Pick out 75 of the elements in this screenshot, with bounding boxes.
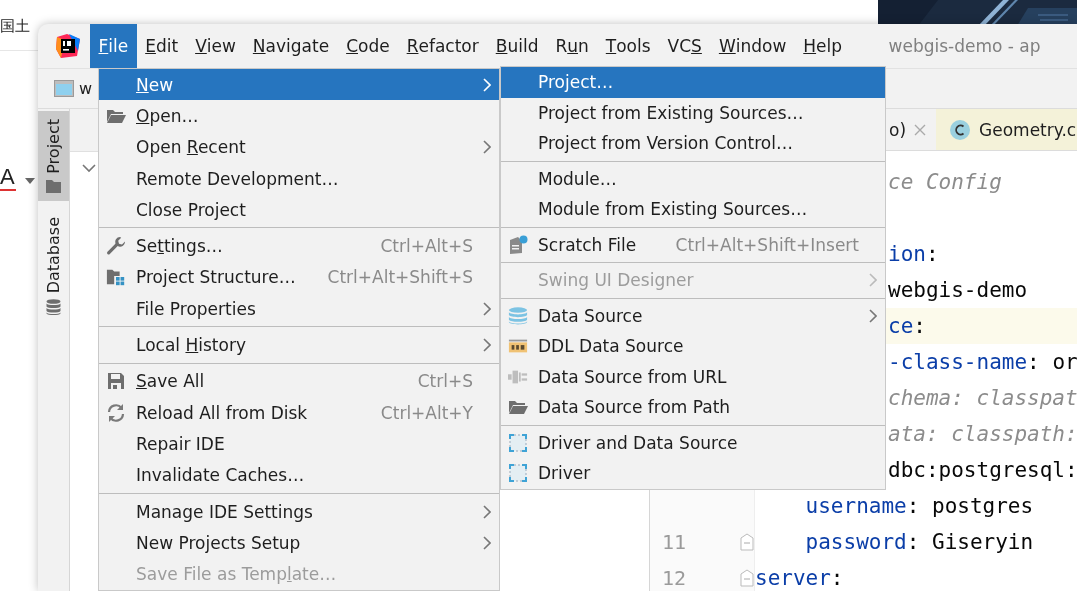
database-icon: [508, 305, 528, 326]
scratch-file-icon: [508, 234, 528, 255]
menu-item[interactable]: Remote Development…: [99, 162, 499, 195]
folder-grid-icon: [106, 268, 126, 287]
menu-item[interactable]: Invalidate Caches…: [99, 459, 499, 491]
code-line: ce:: [888, 314, 926, 338]
tool-window-tab[interactable]: Project: [38, 111, 69, 201]
menu-item[interactable]: DDL Data Source: [501, 331, 885, 362]
folder-icon: [46, 179, 61, 193]
shortcut-hint: Ctrl+S: [417, 371, 473, 392]
line-number: 12: [660, 566, 686, 590]
tool-window-tab[interactable]: Database: [38, 208, 69, 325]
menu-item[interactable]: VCS: [659, 24, 711, 68]
project-window-icon: [54, 80, 74, 97]
menu-item[interactable]: Help: [794, 24, 851, 68]
menu-item[interactable]: Reload All from Disk Ctrl+Alt+Y: [99, 396, 499, 429]
folder-icon: [106, 107, 126, 124]
code-line: server:: [755, 566, 844, 590]
project-name: w: [79, 79, 93, 98]
shortcut-hint: Ctrl+Alt+Y: [380, 402, 473, 423]
shortcut-hint: Ctrl+Alt+Shift+Insert: [675, 234, 859, 255]
menu-item[interactable]: File Properties: [99, 293, 499, 325]
menu-item[interactable]: View: [186, 24, 245, 68]
menu-item[interactable]: Run: [546, 24, 598, 68]
ddl-file-icon: [508, 338, 528, 355]
plug-icon: [508, 368, 528, 385]
chevron-down-icon[interactable]: [82, 164, 96, 173]
font-color-button[interactable]: A: [0, 165, 16, 191]
menu-item[interactable]: Refactor: [398, 24, 488, 68]
code-line: ion:: [888, 242, 939, 266]
close-icon[interactable]: [914, 123, 927, 136]
menu-item[interactable]: Navigate: [244, 24, 338, 68]
shortcut-hint: Ctrl+Alt+Shift+S: [327, 267, 473, 288]
line-number: 11: [660, 530, 686, 554]
code-line: dbc:postgresql:: [888, 458, 1077, 482]
code-line: chema: classpat: [888, 386, 1077, 410]
menu-item[interactable]: Module from Existing Sources…: [501, 194, 885, 225]
database-icon: [46, 299, 61, 317]
menu-item[interactable]: Data Source from Path: [501, 392, 885, 423]
code-line: webgis-demo: [888, 278, 1028, 302]
fold-marker-icon[interactable]: [740, 533, 754, 551]
editor-tab[interactable]: Geometry.c: [936, 109, 1077, 150]
menu-item[interactable]: Open Recent: [99, 131, 499, 163]
folder-icon: [508, 399, 528, 416]
menu-item[interactable]: New Projects Setup: [99, 527, 499, 559]
fold-marker-icon[interactable]: [740, 569, 754, 587]
menu-item[interactable]: Close Project: [99, 194, 499, 226]
code-line: username: postgres: [804, 494, 1034, 518]
menu-item[interactable]: Repair IDE: [99, 428, 499, 460]
window-title: webgis-demo - ap: [888, 36, 1041, 56]
wrench-icon: [106, 236, 126, 257]
page-text: 国土: [0, 17, 30, 36]
menu-item[interactable]: Driver: [501, 458, 885, 489]
menu-item[interactable]: Project Structure… Ctrl+Alt+Shift+S: [99, 261, 499, 294]
driver-icon: [508, 432, 528, 453]
code-line: ce Config: [888, 170, 1002, 194]
code-line: password: Giseryin: [804, 530, 1034, 554]
app-logo-icon: [55, 33, 81, 59]
menu-item[interactable]: Tools: [597, 24, 660, 68]
menu-item[interactable]: Project…: [501, 67, 885, 98]
shortcut-hint: Ctrl+Alt+S: [380, 236, 473, 257]
menu-item[interactable]: File: [90, 24, 137, 68]
menu-item[interactable]: Code: [337, 24, 399, 68]
class-icon: [949, 118, 972, 141]
menu-item[interactable]: Window: [710, 24, 795, 68]
code-line: -class-name: or: [888, 350, 1077, 374]
caret-icon[interactable]: [25, 178, 35, 184]
menu-item[interactable]: Edit: [136, 24, 187, 68]
code-line: ata: classpath:: [888, 422, 1077, 446]
menu-item[interactable]: Open…: [99, 100, 499, 132]
menu-item[interactable]: Data Source from URL: [501, 361, 885, 392]
menu-item[interactable]: New: [99, 69, 499, 101]
driver-icon: [508, 463, 528, 484]
menu-item[interactable]: Build: [487, 24, 547, 68]
reload-icon: [106, 402, 126, 423]
